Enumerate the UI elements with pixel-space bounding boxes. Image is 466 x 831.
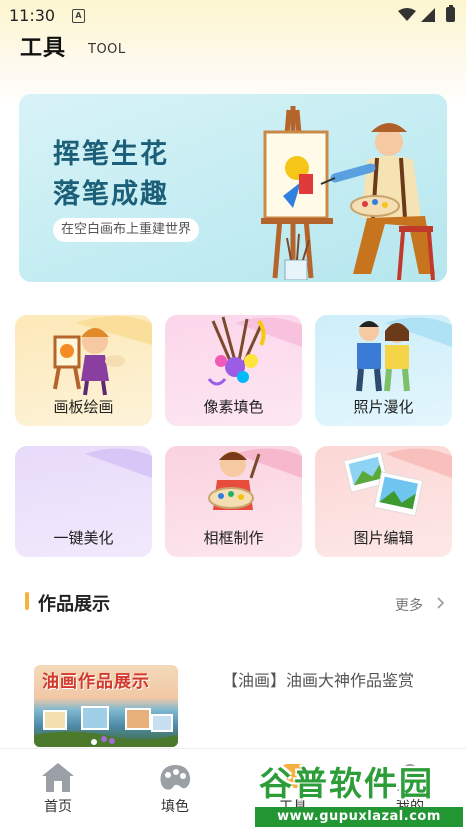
tool-label-frame-maker: 相框制作 [203,529,264,547]
tool-card-drawing-board[interactable]: 画板绘画 [15,315,152,426]
tool-label-image-edit: 图片编辑 [353,529,414,547]
tool-card-image-edit[interactable]: 图片编辑 [315,446,452,557]
easel-kid-icon [53,316,152,396]
banner-line-2: 落笔成趣 [53,179,169,210]
watermark-name: 谷普软件园 [259,764,434,803]
status-time: 11:30 [9,6,56,25]
tab-fill-color[interactable]: 填色 [135,749,215,819]
tab-fill-color-label: 填色 [161,799,189,815]
chevron-right-icon[interactable] [437,597,445,609]
palette-icon [160,765,191,790]
tool-card-one-click-beautify[interactable]: 一键美化 [15,446,152,557]
post-thumbnail[interactable]: 油画作品展示 [34,665,178,747]
status-bar: 11:30 A [0,0,466,32]
post-title[interactable]: 【油画】油画大神作品鉴赏 [222,668,432,694]
tool-label-photo-cartoon: 照片漫化 [353,398,414,416]
tool-card-pixel-fill[interactable]: 像素填色 [165,315,302,426]
home-icon [42,763,74,792]
beautify-icon [85,448,152,478]
tool-label-drawing-board: 画板绘画 [53,398,114,416]
banner-line-1: 挥笔生花 [53,139,169,170]
tool-card-photo-cartoon[interactable]: 照片漫化 [315,315,452,426]
tool-card-frame-maker[interactable]: 相框制作 [165,446,302,557]
page-subtitle: TOOL [88,42,126,57]
battery-icon [446,5,455,22]
more-link[interactable]: 更多 [395,595,423,615]
couple-cartoon-icon [356,317,452,392]
photos-icon [343,448,452,517]
promo-banner[interactable]: 挥笔生花 落笔成趣 在空白画布上重建世界 [19,94,447,282]
watermark-url: www.gupuxlazal.com [255,807,463,827]
tool-label-one-click-beautify: 一键美化 [53,529,114,547]
painter-boy-icon [208,448,302,510]
tool-label-pixel-fill: 像素填色 [203,398,264,416]
oil-painting-scene-icon [34,706,178,747]
notification-a-icon: A [72,9,85,23]
paint-brushes-icon [207,316,302,386]
tab-home-label: 首页 [44,799,72,815]
section-title: 作品展示 [38,594,110,615]
wifi-icon [398,8,416,21]
watermark: 谷普软件园 www.gupuxlazal.com [255,755,463,829]
tab-home[interactable]: 首页 [18,749,98,819]
signal-icon [421,8,435,22]
banner-tagline: 在空白画布上重建世界 [53,218,200,242]
page-title: 工具 [20,36,67,61]
section-accent-bar [25,592,29,610]
painter-illustration-icon [261,106,435,280]
